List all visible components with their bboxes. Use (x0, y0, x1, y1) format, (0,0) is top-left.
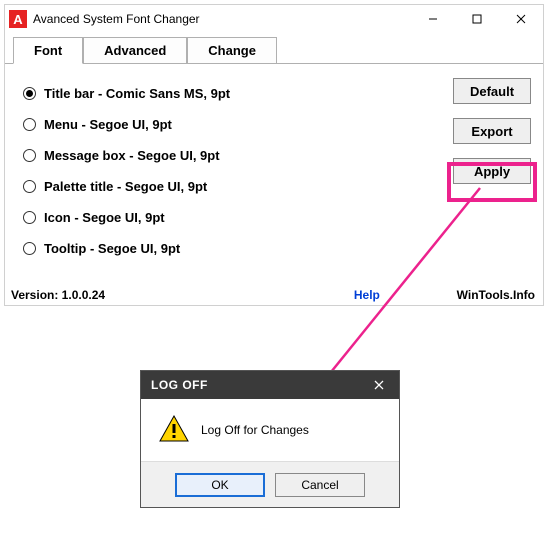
title-text: Avanced System Font Changer (33, 12, 200, 26)
radio-icon (23, 118, 36, 131)
window-controls (411, 5, 543, 33)
dialog-title: LOG OFF (151, 378, 208, 392)
default-button[interactable]: Default (453, 78, 531, 104)
help-link[interactable]: Help (354, 288, 380, 302)
side-buttons: Default Export Apply (453, 78, 531, 184)
option-label: Icon - Segoe UI, 9pt (44, 210, 165, 225)
cancel-button[interactable]: Cancel (275, 473, 365, 497)
footer: Version: 1.0.0.24 Help WinTools.Info (11, 288, 535, 302)
dialog-close-button[interactable] (359, 371, 399, 399)
radio-icon (23, 242, 36, 255)
tab-font[interactable]: Font (13, 37, 83, 64)
svg-text:A: A (13, 12, 23, 27)
option-icon[interactable]: Icon - Segoe UI, 9pt (23, 210, 531, 225)
tab-bar: Font Advanced Change (5, 33, 543, 64)
ok-button[interactable]: OK (175, 473, 265, 497)
radio-icon (23, 180, 36, 193)
app-icon: A (9, 10, 27, 28)
dialog-buttons: OK Cancel (141, 461, 399, 507)
tab-advanced[interactable]: Advanced (83, 37, 187, 63)
main-window: A Avanced System Font Changer Font Advan… (4, 4, 544, 306)
close-button[interactable] (499, 5, 543, 33)
option-label: Message box - Segoe UI, 9pt (44, 148, 220, 163)
option-label: Menu - Segoe UI, 9pt (44, 117, 172, 132)
dialog-titlebar[interactable]: LOG OFF (141, 371, 399, 399)
radio-icon (23, 149, 36, 162)
tab-change[interactable]: Change (187, 37, 277, 63)
option-tooltip[interactable]: Tooltip - Segoe UI, 9pt (23, 241, 531, 256)
version-label: Version: 1.0.0.24 (11, 288, 105, 302)
radio-icon (23, 211, 36, 224)
radio-icon (23, 87, 36, 100)
client-area: Title bar - Comic Sans MS, 9pt Menu - Se… (5, 64, 543, 306)
dialog-message: Log Off for Changes (201, 423, 309, 437)
site-link[interactable]: WinTools.Info (457, 288, 535, 302)
minimize-button[interactable] (411, 5, 455, 33)
warning-icon (159, 415, 189, 446)
logoff-dialog: LOG OFF Log Off for Changes OK Cancel (140, 370, 400, 508)
option-label: Palette title - Segoe UI, 9pt (44, 179, 207, 194)
maximize-button[interactable] (455, 5, 499, 33)
dialog-body: Log Off for Changes (141, 399, 399, 461)
option-label: Tooltip - Segoe UI, 9pt (44, 241, 180, 256)
apply-button[interactable]: Apply (453, 158, 531, 184)
export-button[interactable]: Export (453, 118, 531, 144)
option-label: Title bar - Comic Sans MS, 9pt (44, 86, 230, 101)
titlebar[interactable]: A Avanced System Font Changer (5, 5, 543, 33)
